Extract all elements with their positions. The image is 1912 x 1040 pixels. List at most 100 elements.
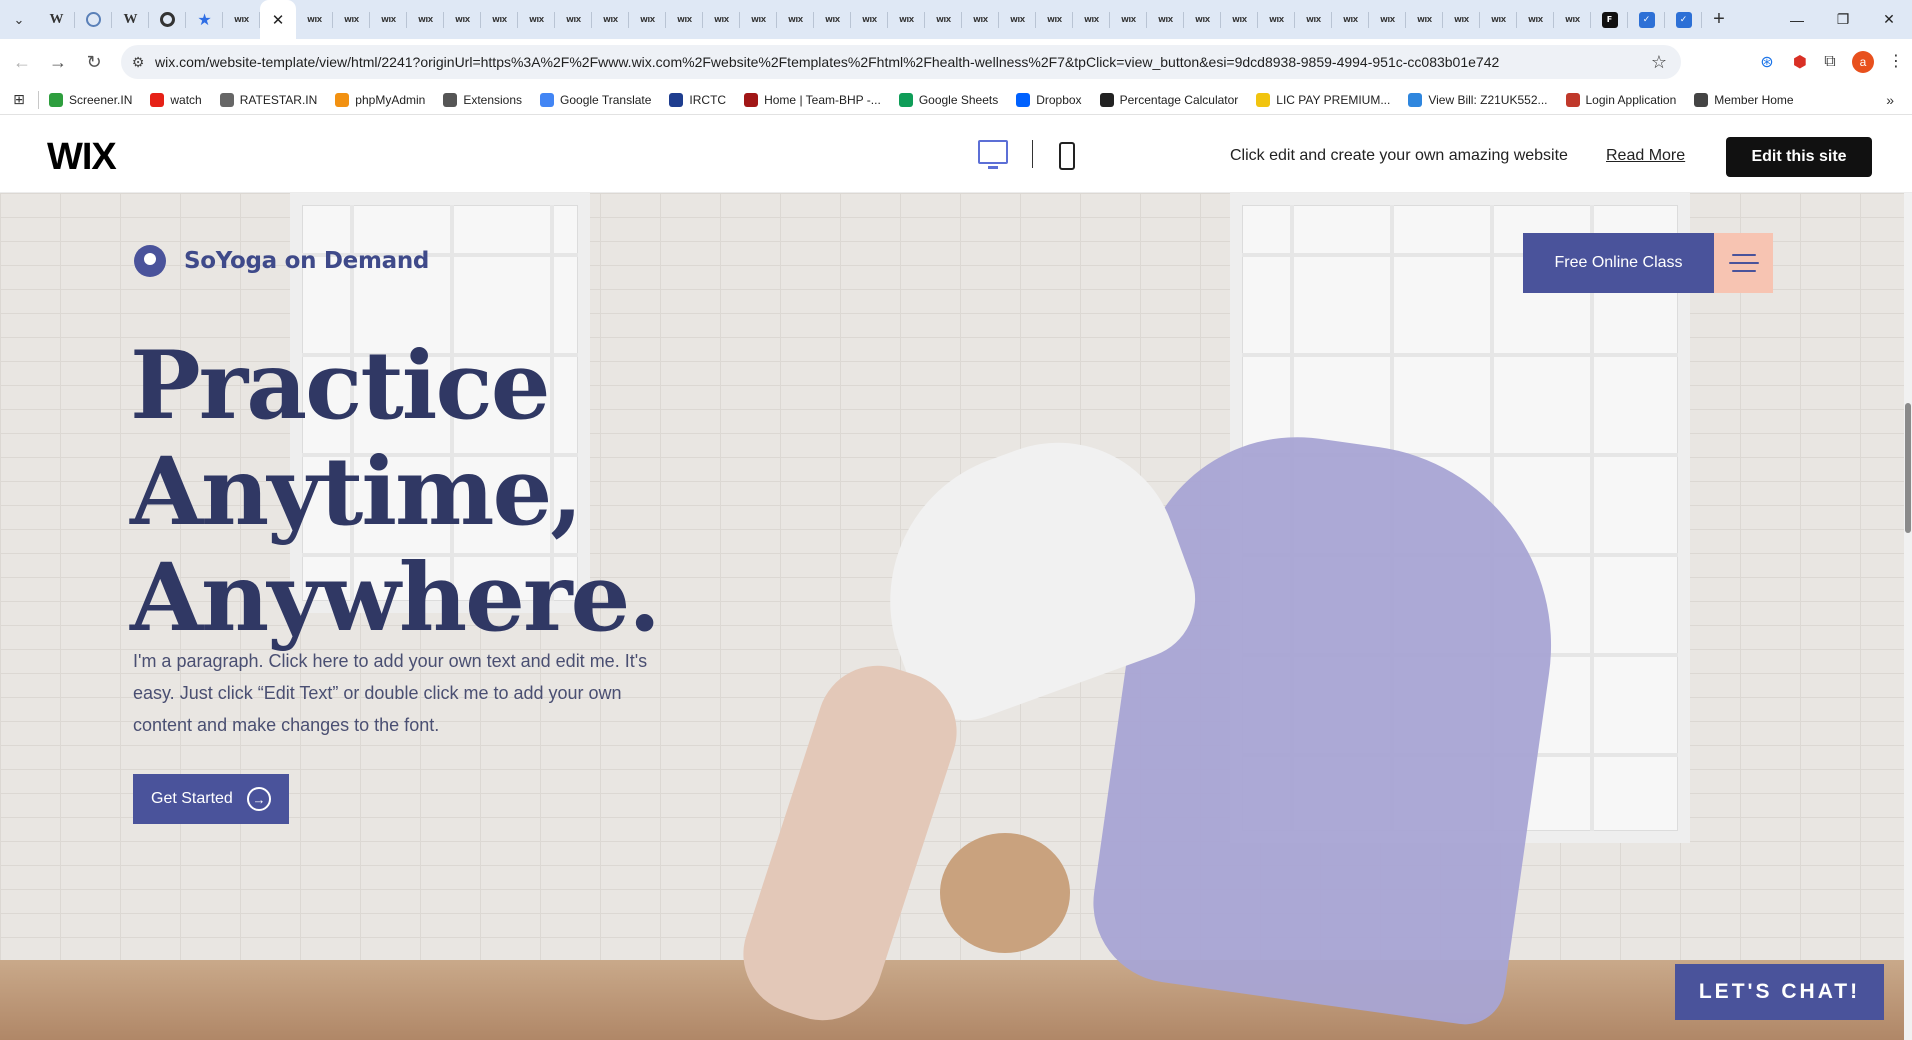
site-brand[interactable]: SoYoga on Demand bbox=[134, 245, 429, 277]
bookmark-sheets[interactable]: Google Sheets bbox=[898, 92, 998, 107]
free-online-class-button[interactable]: Free Online Class bbox=[1523, 233, 1714, 293]
mobile-view-icon[interactable] bbox=[1059, 142, 1075, 170]
wix-logo[interactable]: WIX bbox=[47, 136, 117, 179]
new-tab-button[interactable]: + bbox=[1702, 0, 1736, 39]
tab-wix-11[interactable]: WIX bbox=[666, 0, 703, 39]
tab-wix-2[interactable]: WIX bbox=[333, 0, 370, 39]
tab-wix-27[interactable]: WIX bbox=[1258, 0, 1295, 39]
site-info-icon[interactable]: ⚙ bbox=[121, 54, 155, 71]
tab-wix-8[interactable]: WIX bbox=[555, 0, 592, 39]
brand-name: SoYoga on Demand bbox=[184, 248, 430, 274]
bookmark-star-icon[interactable]: ☆ bbox=[1651, 52, 1667, 73]
wix-25-favicon-icon: WIX bbox=[1195, 15, 1210, 24]
tab-wix-18[interactable]: WIX bbox=[925, 0, 962, 39]
lic-icon bbox=[1256, 92, 1271, 107]
lets-chat-button[interactable]: LET'S CHAT! bbox=[1675, 964, 1884, 1020]
tab-wix-7[interactable]: WIX bbox=[518, 0, 555, 39]
tab-wix-32[interactable]: WIX bbox=[1443, 0, 1480, 39]
back-icon[interactable]: ← bbox=[4, 44, 40, 80]
restore-icon[interactable]: ❐ bbox=[1820, 0, 1866, 39]
reload-icon[interactable]: ↻ bbox=[76, 44, 112, 80]
tab-circle-3[interactable] bbox=[149, 0, 186, 39]
bookmark-ratestar[interactable]: RATESTAR.IN bbox=[219, 92, 317, 107]
desktop-view-icon[interactable] bbox=[978, 140, 1008, 169]
read-more-link[interactable]: Read More bbox=[1606, 147, 1685, 165]
tab-wix-30[interactable]: WIX bbox=[1369, 0, 1406, 39]
bookmark-puzzle[interactable]: Extensions bbox=[443, 92, 523, 107]
tab-wix-0[interactable]: WIX bbox=[223, 0, 260, 39]
profile-avatar[interactable]: a bbox=[1852, 51, 1874, 73]
url-text[interactable]: wix.com/website-template/view/html/2241?… bbox=[155, 54, 1605, 70]
tab-w-2[interactable]: W bbox=[112, 0, 149, 39]
tab-wix-20[interactable]: WIX bbox=[999, 0, 1036, 39]
tab-blue-1[interactable]: ✓ bbox=[1628, 0, 1665, 39]
bookmark-bill[interactable]: View Bill: Z21UK552... bbox=[1408, 92, 1548, 107]
tab-star-4[interactable]: ★ bbox=[186, 0, 223, 39]
tab-wix-26[interactable]: WIX bbox=[1221, 0, 1258, 39]
tab-wix-3[interactable]: WIX bbox=[370, 0, 407, 39]
tab-wix-24[interactable]: WIX bbox=[1147, 0, 1184, 39]
edit-this-site-button[interactable]: Edit this site bbox=[1726, 137, 1872, 177]
bookmark-translate[interactable]: Google Translate bbox=[540, 92, 651, 107]
close-window-icon[interactable]: ✕ bbox=[1866, 0, 1912, 39]
forward-icon[interactable]: → bbox=[40, 44, 76, 80]
tab-wix-28[interactable]: WIX bbox=[1295, 0, 1332, 39]
bookmark-label: phpMyAdmin bbox=[355, 92, 426, 107]
get-started-button[interactable]: Get Started → bbox=[133, 774, 289, 824]
menu-kebab-icon[interactable]: ⋮ bbox=[1888, 51, 1904, 71]
bookmark-label: Extensions bbox=[463, 92, 523, 107]
tab-blue-2[interactable]: ✓ bbox=[1665, 0, 1702, 39]
tab-wix-10[interactable]: WIX bbox=[629, 0, 666, 39]
page-scrollbar[interactable] bbox=[1904, 193, 1912, 1040]
tab-wix-15[interactable]: WIX bbox=[814, 0, 851, 39]
tab-wix-9[interactable]: WIX bbox=[592, 0, 629, 39]
tab-wix-16[interactable]: WIX bbox=[851, 0, 888, 39]
headline-line-2: Anywhere. bbox=[130, 543, 661, 653]
bookmark-bar-chart[interactable]: Screener.IN bbox=[49, 92, 132, 107]
shield-extension-icon[interactable]: ⬢ bbox=[1784, 46, 1816, 78]
bookmark-teambhp[interactable]: Home | Team-BHP -... bbox=[744, 92, 881, 107]
bookmark-irctc[interactable]: IRCTC bbox=[669, 92, 726, 107]
apps-grid-icon[interactable]: ⊞ bbox=[0, 91, 38, 108]
tab-wix-5[interactable]: WIX bbox=[444, 0, 481, 39]
yoga-figure-head bbox=[940, 833, 1070, 953]
tab-wix-14[interactable]: WIX bbox=[777, 0, 814, 39]
tab-wix-1[interactable]: WIX bbox=[296, 0, 333, 39]
tab-wix-31[interactable]: WIX bbox=[1406, 0, 1443, 39]
tab-globe-1[interactable] bbox=[75, 0, 112, 39]
tab-wix-12[interactable]: WIX bbox=[703, 0, 740, 39]
minimize-icon[interactable]: — bbox=[1774, 0, 1820, 39]
bookmark-percent[interactable]: Percentage Calculator bbox=[1099, 92, 1238, 107]
tab-wix-17[interactable]: WIX bbox=[888, 0, 925, 39]
hamburger-menu-icon[interactable] bbox=[1714, 233, 1773, 293]
tab-wix-34[interactable]: WIX bbox=[1517, 0, 1554, 39]
tab-wix-22[interactable]: WIX bbox=[1073, 0, 1110, 39]
tab-dark[interactable]: F bbox=[1591, 0, 1628, 39]
tab-wix-4[interactable]: WIX bbox=[407, 0, 444, 39]
wix-16-favicon-icon: WIX bbox=[862, 15, 877, 24]
tab-wix-21[interactable]: WIX bbox=[1036, 0, 1073, 39]
tab-search-chevron-icon[interactable]: ⌄ bbox=[0, 0, 38, 39]
bookmark-phpmyadmin[interactable]: phpMyAdmin bbox=[335, 92, 426, 107]
tab-wix-29[interactable]: WIX bbox=[1332, 0, 1369, 39]
bookmark-youtube[interactable]: watch bbox=[150, 92, 202, 107]
scrollbar-thumb[interactable] bbox=[1905, 403, 1911, 533]
bookmark-member[interactable]: Member Home bbox=[1694, 92, 1794, 107]
tab-w-0[interactable]: W bbox=[38, 0, 75, 39]
tab-wix-6[interactable]: WIX bbox=[481, 0, 518, 39]
tab-wix-19[interactable]: WIX bbox=[962, 0, 999, 39]
address-bar[interactable]: ⚙ wix.com/website-template/view/html/224… bbox=[121, 45, 1681, 79]
bookmark-lic[interactable]: LIC PAY PREMIUM... bbox=[1256, 92, 1390, 107]
extension-icon[interactable]: ⊛ bbox=[1751, 46, 1783, 78]
tab-wix-13[interactable]: WIX bbox=[740, 0, 777, 39]
bookmark-login[interactable]: Login Application bbox=[1565, 92, 1676, 107]
more-bookmarks-icon[interactable]: » bbox=[1886, 92, 1894, 108]
close-tab-icon[interactable]: ✕ bbox=[272, 11, 285, 29]
tab-active[interactable]: ✕ bbox=[260, 0, 296, 39]
puzzle-extensions-icon[interactable]: ⧉ bbox=[1814, 46, 1846, 78]
tab-wix-33[interactable]: WIX bbox=[1480, 0, 1517, 39]
tab-wix-23[interactable]: WIX bbox=[1110, 0, 1147, 39]
tab-wix-25[interactable]: WIX bbox=[1184, 0, 1221, 39]
tab-wix-35[interactable]: WIX bbox=[1554, 0, 1591, 39]
bookmark-dropbox[interactable]: Dropbox bbox=[1016, 92, 1082, 107]
